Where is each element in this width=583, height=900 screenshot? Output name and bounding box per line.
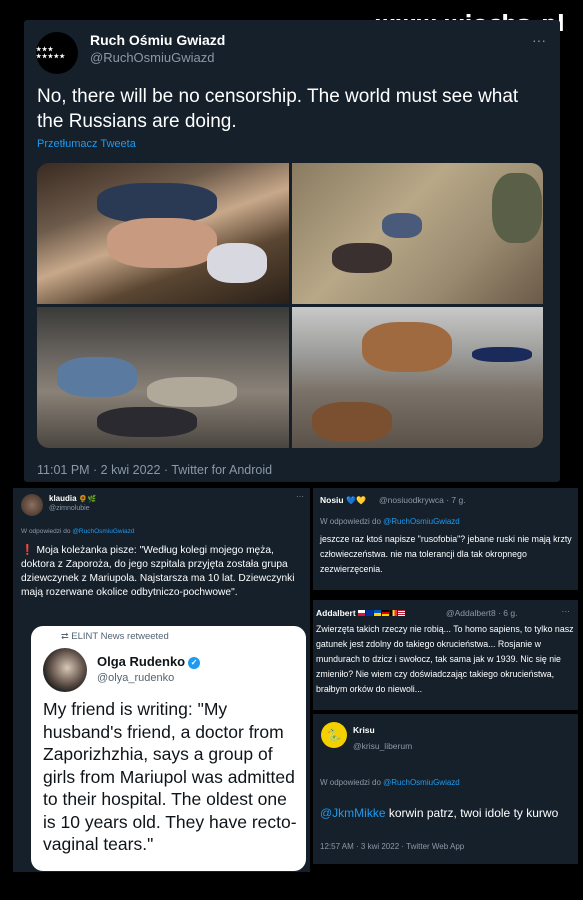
mention-link[interactable]: @JkmMikke [320, 806, 386, 820]
reply-tweet-klaudia: klaudia 🌻🌿 @zimnolubie ··· W odpowiedzi … [13, 488, 310, 872]
tweet-text: ❗ Moja koleżanka pisze: "Według kolegi m… [21, 545, 295, 598]
more-icon[interactable]: ··· [532, 32, 546, 48]
reply-tweet-krisu: 🐍 Krisu @krisu_liberum W odpowiedzi do @… [313, 714, 578, 864]
translate-link[interactable]: Przetłumacz Tweeta [37, 138, 136, 150]
quoted-text: My friend is writing: "My husband's frie… [43, 699, 297, 854]
quoted-tweet[interactable]: ⮂ ELINT News retweeted Olga Rudenko ✓ @ol… [31, 626, 306, 871]
retweeted-label: ⮂ ELINT News retweeted [61, 631, 169, 642]
verified-icon: ✓ [188, 657, 201, 669]
exclamation-icon: ❗ [21, 545, 34, 556]
in-reply-to: W odpowiedzi do @RuchOsmiuGwiazd [320, 517, 460, 526]
in-reply-to: W odpowiedzi do @RuchOsmiuGwiazd [320, 778, 460, 787]
tweet-photo[interactable] [37, 307, 289, 448]
tweet-photo[interactable] [291, 163, 543, 304]
avatar-logo-text: ★★★ ★★★★★ [36, 47, 66, 60]
avatar[interactable]: ★★★ ★★★★★ [36, 32, 78, 74]
hearts-icon: 💙💛 [346, 496, 366, 505]
tweet-photo[interactable] [291, 307, 543, 448]
flag-icon [374, 610, 382, 616]
more-icon[interactable]: ··· [562, 606, 571, 616]
reply-tweet-nosiu: Nosiu 💙💛 @nosiuodkrywca · 7 g. W odpowie… [313, 488, 578, 590]
author-name[interactable]: Ruch Ośmiu Gwiazd [90, 32, 225, 48]
flag-icon [390, 610, 398, 616]
author-name[interactable]: Krisu [353, 725, 375, 735]
photo-grid [37, 163, 543, 448]
avatar[interactable] [21, 494, 43, 516]
tweet-photo[interactable] [37, 163, 289, 304]
tweet-meta: 12:57 AM · 3 kwi 2022 · Twitter Web App [320, 842, 465, 851]
snake-icon[interactable]: 🐍 [321, 722, 347, 748]
author-name[interactable]: Olga Rudenko ✓ [97, 654, 201, 669]
flag-icon [382, 610, 390, 616]
avatar[interactable] [43, 648, 87, 692]
mention-link[interactable]: @RuchOsmiuGwiazd [72, 528, 134, 535]
author-handle[interactable]: @olya_rudenko [97, 672, 174, 684]
flag-icon [398, 610, 406, 616]
mention-link[interactable]: @RuchOsmiuGwiazd [383, 778, 460, 787]
author-name[interactable]: klaudia 🌻🌿 [49, 494, 96, 503]
author-handle[interactable]: @krisu_liberum [353, 741, 412, 751]
author-name[interactable]: Addalbert [316, 608, 406, 618]
author-handle[interactable]: @nosiuodkrywca · 7 g. [379, 495, 466, 505]
author-handle[interactable]: @RuchOsmiuGwiazd [90, 50, 214, 65]
reply-tweet-addalbert: Addalbert @Addalbert8 · 6 g. ··· Zwierzę… [313, 600, 578, 710]
in-reply-to: W odpowiedzi do @RuchOsmiuGwiazd [21, 528, 135, 535]
tweet-text: No, there will be no censorship. The wor… [37, 86, 519, 132]
tweet-text: Zwierzęta takich rzeczy nie robią... To … [316, 624, 574, 694]
author-handle[interactable]: @zimnolubie [49, 505, 90, 512]
mention-link[interactable]: @RuchOsmiuGwiazd [383, 517, 460, 526]
flag-icon [358, 610, 366, 616]
tweet-text: @JkmMikke korwin patrz, twoi idole ty ku… [320, 806, 559, 820]
more-icon[interactable]: ··· [296, 492, 304, 501]
flag-icon [366, 610, 374, 616]
tweet-text: jeszcze raz ktoś napisze "rusofobia"? je… [320, 534, 572, 574]
tweet-meta: 11:01 PM · 2 kwi 2022 · Twitter for Andr… [37, 463, 273, 477]
author-handle[interactable]: @Addalbert8 · 6 g. [446, 608, 517, 618]
main-tweet: ★★★ ★★★★★ Ruch Ośmiu Gwiazd @RuchOsmiuGw… [24, 20, 560, 482]
author-name[interactable]: Nosiu 💙💛 [320, 495, 366, 505]
